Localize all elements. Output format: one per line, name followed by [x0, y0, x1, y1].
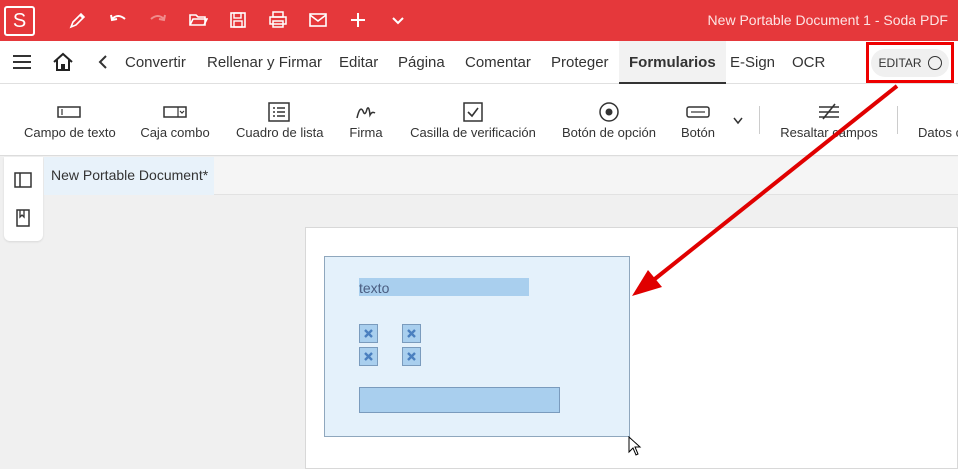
x-mark-icon — [364, 352, 373, 361]
redo-icon[interactable] — [146, 8, 170, 32]
checkbox-icon — [463, 102, 483, 122]
menu-formularios[interactable]: Formularios — [619, 41, 726, 84]
save-icon[interactable] — [226, 8, 250, 32]
signature-icon — [356, 107, 376, 119]
signature-label: Firma — [349, 125, 383, 140]
mail-icon[interactable] — [306, 8, 330, 32]
app-logo[interactable]: S — [4, 6, 35, 36]
document-tab[interactable]: New Portable Document* — [44, 157, 214, 195]
editar-label: EDITAR — [878, 55, 922, 70]
checkbox-button[interactable]: Casilla de verificación — [410, 84, 536, 156]
home-icon[interactable] — [52, 52, 74, 72]
side-panel — [4, 157, 43, 241]
panel-toggle-icon[interactable] — [13, 170, 33, 190]
ribbon-separator — [759, 106, 760, 134]
form-checkbox[interactable] — [359, 324, 378, 343]
print-icon[interactable] — [266, 8, 290, 32]
text-field-button[interactable]: Campo de texto — [24, 84, 116, 156]
menu-proteger[interactable]: Proteger — [551, 41, 609, 84]
data-button[interactable]: Datos c — [918, 84, 958, 156]
form-checkbox[interactable] — [402, 324, 421, 343]
radio-button-icon — [599, 102, 619, 122]
title-bar: S New Portable Document 1 - Soda PDF — [0, 0, 958, 41]
editar-highlight-box: EDITAR — [866, 42, 954, 83]
text-field-icon — [57, 106, 81, 118]
forms-ribbon: Campo de texto Caja combo Cuadro de list… — [0, 84, 958, 156]
pen-icon[interactable] — [66, 8, 90, 32]
text-field-label: Campo de texto — [24, 125, 116, 140]
signature-button[interactable]: Firma — [346, 84, 386, 156]
menu-editar[interactable]: Editar — [339, 41, 378, 84]
menu-ocr[interactable]: OCR — [792, 41, 825, 84]
ribbon-more-chevron-icon[interactable] — [731, 114, 745, 126]
radio-button-label: Botón de opción — [562, 125, 656, 140]
menu-pagina[interactable]: Página — [398, 41, 445, 84]
plus-icon[interactable] — [346, 8, 370, 32]
x-mark-icon — [364, 329, 373, 338]
form-text-field[interactable]: texto — [359, 278, 529, 296]
form-button-field[interactable] — [359, 387, 560, 413]
x-mark-icon — [407, 352, 416, 361]
menu-comentar[interactable]: Comentar — [465, 41, 531, 84]
list-box-icon — [268, 102, 290, 122]
form-checkbox[interactable] — [402, 347, 421, 366]
list-box-button[interactable]: Cuadro de lista — [236, 84, 324, 156]
x-mark-icon — [407, 329, 416, 338]
mouse-cursor-icon — [628, 435, 642, 456]
back-chevron-icon[interactable] — [96, 54, 110, 70]
highlight-fields-button[interactable]: Resaltar campos — [780, 84, 878, 156]
combo-box-icon — [163, 106, 187, 118]
menu-convertir[interactable]: Convertir — [125, 41, 186, 84]
ribbon-separator — [897, 106, 898, 134]
radio-button-button[interactable]: Botón de opción — [562, 84, 656, 156]
menu-e-sign[interactable]: E-Sign — [730, 41, 775, 84]
folder-open-icon[interactable] — [186, 8, 210, 32]
toggle-circle-icon — [927, 55, 942, 70]
button-icon — [686, 106, 710, 118]
hamburger-menu-icon[interactable] — [12, 54, 32, 70]
highlight-fields-label: Resaltar campos — [780, 125, 878, 140]
push-button-label: Botón — [681, 125, 715, 140]
combo-box-button[interactable]: Caja combo — [140, 84, 210, 156]
highlight-fields-icon — [819, 103, 839, 120]
bookmark-icon[interactable] — [13, 208, 33, 228]
combo-box-label: Caja combo — [140, 125, 210, 140]
checkbox-label: Casilla de verificación — [410, 125, 536, 140]
menu-bar: Convertir Rellenar y Firmar Editar Págin… — [0, 41, 958, 84]
undo-icon[interactable] — [106, 8, 130, 32]
push-button-button[interactable]: Botón — [680, 84, 716, 156]
tab-strip — [214, 157, 958, 195]
list-box-label: Cuadro de lista — [236, 125, 324, 140]
window-title: New Portable Document 1 - Soda PDF — [707, 12, 948, 28]
data-label: Datos c — [918, 125, 958, 140]
form-checkbox[interactable] — [359, 347, 378, 366]
menu-rellenar-y-firmar[interactable]: Rellenar y Firmar — [207, 41, 322, 84]
editar-toggle-button[interactable]: EDITAR — [871, 48, 949, 77]
chevron-down-icon[interactable] — [386, 8, 410, 32]
